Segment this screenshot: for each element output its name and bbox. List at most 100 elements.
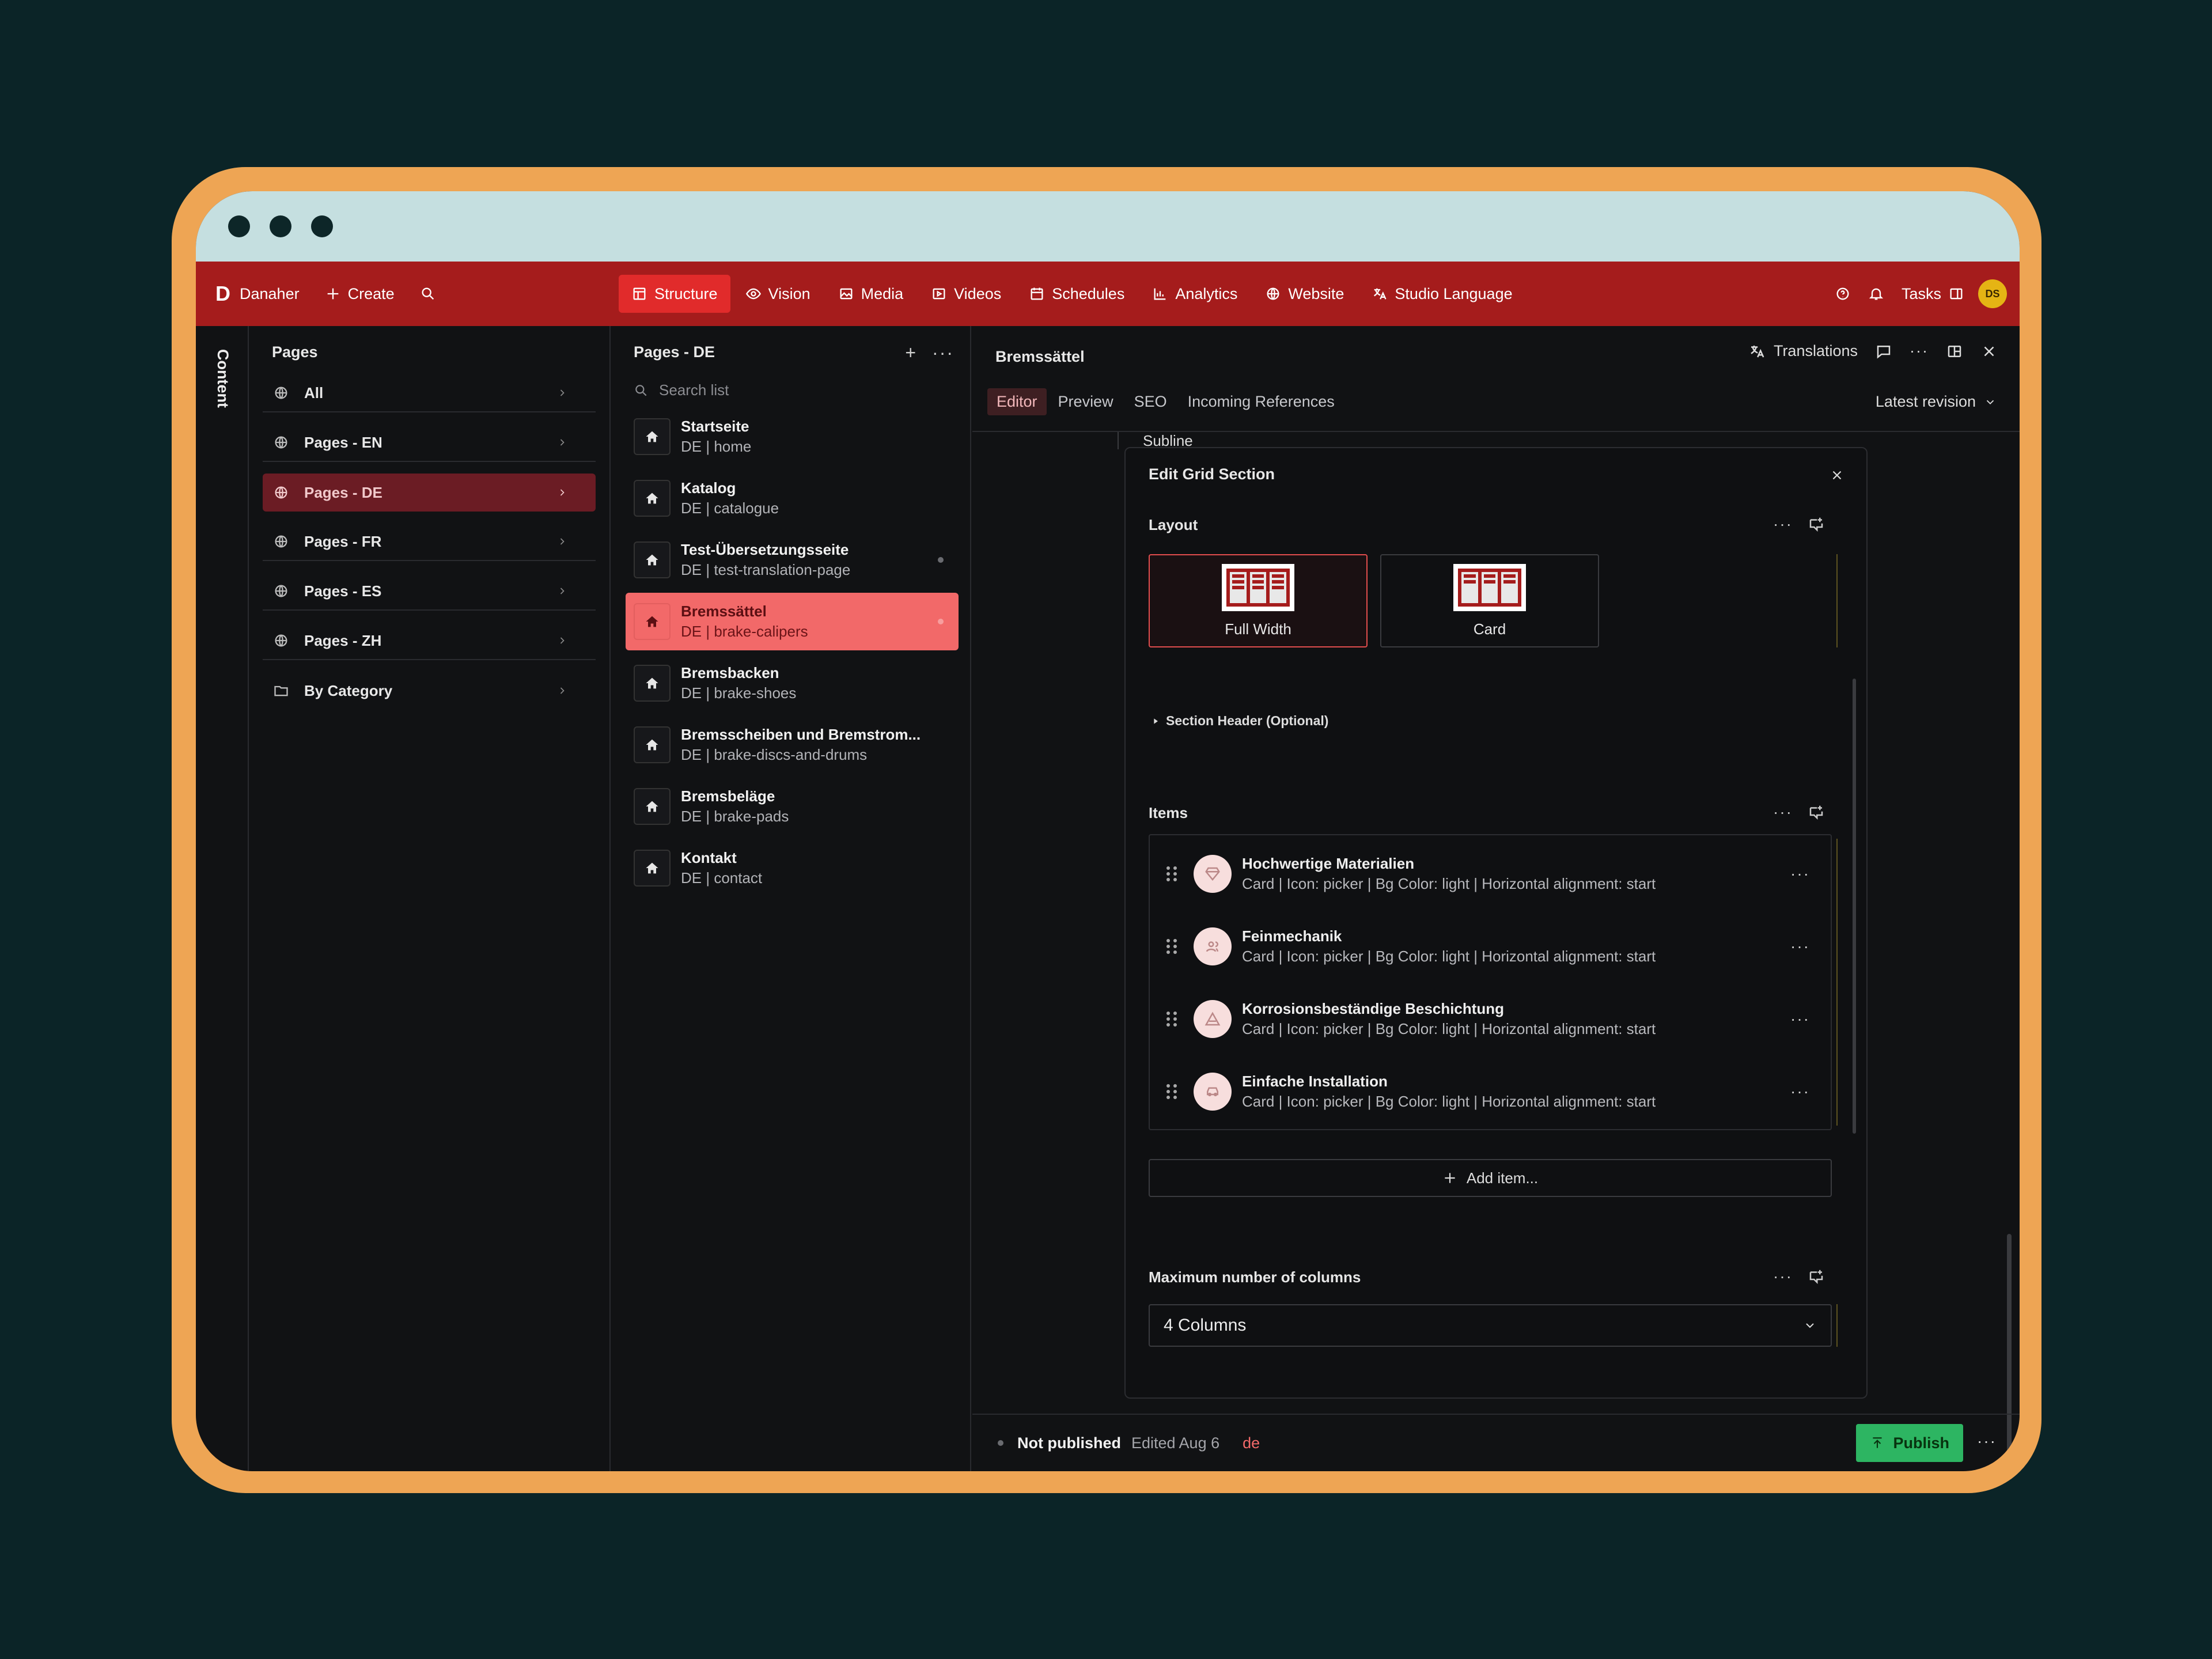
- columns-select[interactable]: 4 Columns: [1149, 1304, 1832, 1347]
- page-item-kontakt[interactable]: Kontakt DE | contact: [626, 839, 959, 897]
- tool-studio-language[interactable]: Studio Language: [1359, 275, 1525, 313]
- more-icon[interactable]: ···: [1790, 1082, 1810, 1101]
- create-label: Create: [347, 285, 395, 302]
- create-button[interactable]: Create: [312, 275, 407, 313]
- pages-item-label: Pages - EN: [304, 433, 382, 451]
- page-item-startseite[interactable]: Startseite DE | home: [626, 408, 959, 465]
- pages-item-en[interactable]: Pages - EN: [263, 424, 596, 462]
- tab-preview[interactable]: Preview: [1049, 388, 1123, 415]
- search-button[interactable]: [407, 275, 449, 313]
- add-item-button[interactable]: Add item...: [1149, 1159, 1832, 1197]
- workspace-name: Danaher: [240, 285, 300, 302]
- layout-option-card[interactable]: Card: [1380, 554, 1599, 647]
- window-minimize-dot[interactable]: [270, 215, 291, 237]
- close-icon[interactable]: [1980, 343, 1998, 360]
- help-button[interactable]: [1827, 275, 1859, 313]
- pages-item-fr[interactable]: Pages - FR: [263, 523, 596, 561]
- avatar[interactable]: DS: [1978, 279, 2007, 308]
- drag-handle-icon[interactable]: [1165, 1010, 1179, 1028]
- home-icon: [634, 418, 671, 455]
- window-close-dot[interactable]: [228, 215, 250, 237]
- tasks-label: Tasks: [1901, 285, 1941, 302]
- page-item-sub: DE | brake-pads: [681, 808, 789, 825]
- pages-item-by-category[interactable]: By Category: [263, 672, 596, 710]
- translations-label: Translations: [1773, 342, 1858, 359]
- page-item-bremsscheiben[interactable]: Bremsscheiben und Bremstrom... DE | brake…: [626, 716, 959, 774]
- publish-button[interactable]: Publish: [1856, 1424, 1963, 1462]
- more-icon[interactable]: ···: [1773, 803, 1793, 821]
- page-item-katalog[interactable]: Katalog DE | catalogue: [626, 469, 959, 527]
- tab-incoming-references[interactable]: Incoming References: [1179, 388, 1344, 415]
- page-item-title: Katalog: [681, 479, 736, 497]
- page-item-test[interactable]: Test-Übersetzungsseite DE | test-translat…: [626, 531, 959, 589]
- tool-schedules[interactable]: Schedules: [1016, 275, 1137, 313]
- window-zoom-dot[interactable]: [311, 215, 333, 237]
- divider: [972, 431, 2020, 432]
- document-actions: Translations ···: [1748, 342, 1998, 360]
- drag-handle-icon[interactable]: [1165, 937, 1179, 956]
- split-pane-icon[interactable]: [1946, 343, 1963, 360]
- dialog-scrollbar[interactable]: [1853, 679, 1856, 1134]
- pages-item-de[interactable]: Pages - DE: [263, 474, 596, 512]
- tool-media[interactable]: Media: [825, 275, 916, 313]
- layout-option-full-width[interactable]: Full Width: [1149, 554, 1368, 647]
- notifications-button[interactable]: [1860, 275, 1892, 313]
- globe-icon: [275, 436, 287, 449]
- tool-label: Analytics: [1175, 285, 1238, 302]
- tool-vision[interactable]: Vision: [733, 275, 823, 313]
- car-icon: [1194, 1073, 1232, 1111]
- list-item[interactable]: Hochwertige Materialien Card | Icon: pick…: [1150, 838, 1831, 910]
- tool-videos[interactable]: Videos: [918, 275, 1014, 313]
- comment-icon[interactable]: [1875, 343, 1892, 360]
- list-item[interactable]: Korrosionsbeständige Beschichtung Card | …: [1150, 983, 1831, 1055]
- language-code[interactable]: de: [1243, 1434, 1260, 1452]
- translate-icon: [1374, 288, 1387, 300]
- rail-content-label[interactable]: Content: [214, 349, 232, 412]
- page-item-bremsbacken[interactable]: Bremsbacken DE | brake-shoes: [626, 654, 959, 712]
- page-item-bremsbelage[interactable]: Bremsbeläge DE | brake-pads: [626, 778, 959, 835]
- list-search[interactable]: Search list: [634, 381, 729, 399]
- app-window: D Danaher Create Structure Vision Media: [196, 191, 2020, 1471]
- field-change-indicator: [1836, 839, 1838, 1126]
- section-header-toggle[interactable]: Section Header (Optional): [1151, 713, 1328, 729]
- more-icon[interactable]: ···: [1910, 342, 1929, 360]
- tasks-button[interactable]: Tasks: [1893, 275, 1972, 313]
- add-comment-icon[interactable]: [1808, 804, 1825, 821]
- more-icon[interactable]: ···: [1790, 1010, 1810, 1028]
- section-header-label: Section Header (Optional): [1166, 713, 1329, 728]
- list-item[interactable]: Einfache Installation Card | Icon: picker…: [1150, 1055, 1831, 1128]
- more-icon[interactable]: ···: [1790, 865, 1810, 883]
- tool-structure[interactable]: Structure: [619, 275, 730, 313]
- list-item[interactable]: Feinmechanik Card | Icon: picker | Bg Col…: [1150, 910, 1831, 983]
- revision-select[interactable]: Latest revision: [1876, 393, 1997, 411]
- more-icon[interactable]: ···: [932, 342, 954, 363]
- structure-icon: [633, 287, 646, 300]
- more-icon[interactable]: ···: [1977, 1432, 1997, 1450]
- pages-item-es[interactable]: Pages - ES: [263, 573, 596, 611]
- add-page-icon[interactable]: +: [905, 342, 916, 363]
- drag-handle-icon[interactable]: [1165, 1082, 1179, 1101]
- tab-editor[interactable]: Editor: [987, 388, 1047, 415]
- chevron-down-icon: [1806, 1323, 1814, 1328]
- tab-seo[interactable]: SEO: [1125, 388, 1176, 415]
- pages-item-label: Pages - ES: [304, 582, 382, 600]
- pages-item-zh[interactable]: Pages - ZH: [263, 622, 596, 660]
- add-comment-icon[interactable]: [1808, 1268, 1825, 1285]
- more-icon[interactable]: ···: [1773, 515, 1793, 533]
- workspace-button[interactable]: D Danaher: [203, 275, 312, 313]
- page-item-bremssattel[interactable]: Bremssättel DE | brake-calipers: [626, 593, 959, 650]
- more-icon[interactable]: ···: [1773, 1267, 1793, 1286]
- drag-handle-icon[interactable]: [1165, 865, 1179, 883]
- add-comment-icon[interactable]: [1808, 516, 1825, 533]
- pages-item-all[interactable]: All: [263, 374, 596, 412]
- translate-icon: [1751, 345, 1764, 358]
- home-icon: [634, 726, 671, 763]
- page-item-title: Kontakt: [681, 849, 737, 866]
- upload-icon: [1873, 1437, 1883, 1448]
- more-icon[interactable]: ···: [1790, 937, 1810, 956]
- close-icon[interactable]: [1830, 468, 1844, 483]
- tool-website[interactable]: Website: [1252, 275, 1357, 313]
- translations-button[interactable]: Translations: [1748, 342, 1858, 360]
- tool-analytics[interactable]: Analytics: [1139, 275, 1250, 313]
- search-icon: [422, 287, 434, 300]
